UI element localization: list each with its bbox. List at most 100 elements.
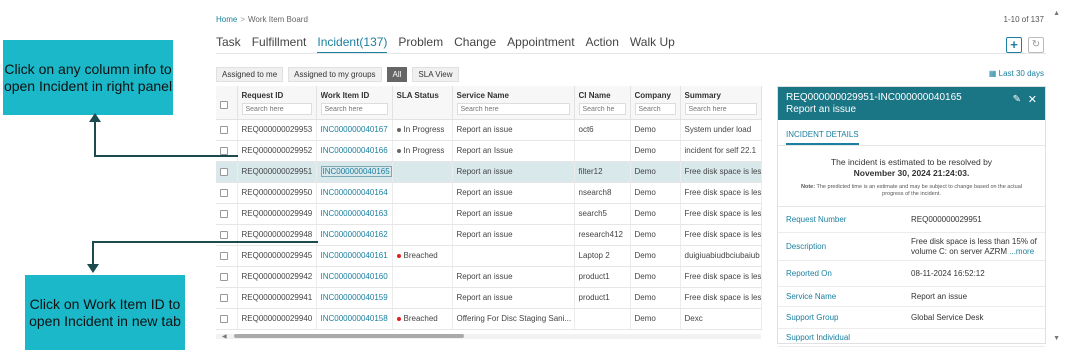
summary-cell[interactable]: Free disk space is les [680,287,762,309]
table-row[interactable]: REQ000000029953 INC000000040167 In Progres… [216,119,762,141]
add-icon[interactable]: + [1006,37,1022,53]
table-row[interactable]: REQ000000029952 INC000000040166 In Progres… [216,140,762,162]
summary-cell[interactable]: System under load [680,119,762,141]
sla-status-cell[interactable]: In Progress [392,119,453,141]
company-cell[interactable]: Demo [630,266,681,288]
work-item-id-link[interactable]: INC000000040167 [321,125,388,134]
summary-cell[interactable]: duigiuabiudbciubaiub [680,245,762,267]
filter-all[interactable]: All [386,67,408,82]
tab-incident[interactable]: Incident(137) [317,35,388,54]
scrollbar-thumb[interactable] [234,334,464,338]
scroll-left-arrow-icon[interactable]: ◀ [222,333,227,340]
ci-name-cell[interactable] [574,308,631,330]
request-id-search-input[interactable] [241,103,312,115]
ci-name-cell[interactable]: research412 [574,224,631,246]
ci-name-cell[interactable]: nsearch8 [574,182,631,204]
refresh-icon[interactable]: ↻ [1028,37,1044,53]
sla-status-cell[interactable]: In Progress [392,140,453,162]
row-checkbox[interactable] [220,209,228,218]
work-item-id-link[interactable]: INC000000040160 [321,272,388,281]
row-checkbox[interactable] [220,167,228,176]
sla-status-cell[interactable] [392,266,453,288]
service-name-cell[interactable]: Report an issue [452,161,575,183]
tab-appointment[interactable]: Appointment [507,35,574,54]
work-item-id-cell[interactable]: INC000000040161 [316,245,393,267]
breadcrumb-home-link[interactable]: Home [216,15,237,24]
tab-action[interactable]: Action [586,35,619,54]
service-name-cell[interactable]: Report an issue [452,287,575,309]
company-cell[interactable]: Demo [630,119,681,141]
select-all-checkbox[interactable] [220,101,228,109]
company-cell[interactable]: Demo [630,287,681,309]
column-company[interactable]: Company [630,86,681,120]
tab-fulfillment[interactable]: Fulfillment [252,35,307,54]
summary-search-input[interactable] [684,103,757,115]
row-checkbox[interactable] [220,314,228,323]
close-icon[interactable]: ✕ [1028,93,1037,106]
description-more-link[interactable]: ...more [1009,247,1034,256]
service-name-cell[interactable]: Report an Issue [452,140,575,162]
tab-task[interactable]: Task [216,35,241,54]
work-item-id-link[interactable]: INC000000040163 [321,209,388,218]
company-cell[interactable]: Demo [630,203,681,225]
work-item-id-link[interactable]: INC000000040165 [320,166,391,177]
summary-cell[interactable]: Free disk space is les [680,266,762,288]
table-row[interactable]: REQ000000029950 INC000000040164 Report an … [216,182,762,204]
row-checkbox[interactable] [220,251,228,260]
row-checkbox[interactable] [220,188,228,197]
ci-name-cell[interactable]: Laptop 2 [574,245,631,267]
company-cell[interactable]: Demo [630,182,681,204]
sla-status-cell[interactable] [392,182,453,204]
work-item-id-link[interactable]: INC000000040166 [321,146,388,155]
request-id-cell[interactable]: REQ000000029950 [237,182,317,204]
summary-cell[interactable]: Free disk space is les [680,161,762,183]
table-row[interactable]: REQ000000029942 INC000000040160 Report an … [216,266,762,288]
ci-name-cell[interactable]: oct6 [574,119,631,141]
ci-name-cell[interactable]: filter12 [574,161,631,183]
filter-assigned-to-my-groups[interactable]: Assigned to my groups [288,67,382,82]
work-item-id-cell[interactable]: INC000000040166 [316,140,393,162]
scroll-down-arrow-icon[interactable]: ▼ [1053,335,1060,342]
company-cell[interactable]: Demo [630,224,681,246]
table-row[interactable]: REQ000000029945 INC000000040161 Breached La… [216,245,762,267]
row-checkbox[interactable] [220,230,228,239]
work-item-id-cell[interactable]: INC000000040160 [316,266,393,288]
ci-name-cell[interactable]: search5 [574,203,631,225]
request-id-cell[interactable]: REQ000000029942 [237,266,317,288]
filter-sla-view[interactable]: SLA View [412,67,459,82]
service-name-search-input[interactable] [456,103,570,115]
table-row[interactable]: REQ000000029949 INC000000040163 Report an … [216,203,762,225]
column-ci-name[interactable]: CI Name [574,86,631,120]
summary-cell[interactable]: Dexc [680,308,762,330]
column-work-item-id[interactable]: Work Item ID [316,86,393,120]
service-name-cell[interactable] [452,245,575,267]
tab-change[interactable]: Change [454,35,496,54]
work-item-id-link[interactable]: INC000000040162 [321,230,388,239]
column-summary[interactable]: Summary [680,86,762,120]
table-row[interactable]: REQ000000029940 INC000000040158 Breached Of… [216,308,762,330]
sla-status-cell[interactable] [392,224,453,246]
work-item-id-cell[interactable]: INC000000040167 [316,119,393,141]
work-item-id-cell[interactable]: INC000000040163 [316,203,393,225]
row-checkbox[interactable] [220,293,228,302]
tab-incident-details[interactable]: INCIDENT DETAILS [786,130,859,145]
work-item-id-search-input[interactable] [320,103,388,115]
work-item-id-link[interactable]: INC000000040161 [321,251,388,260]
tab-walk-up[interactable]: Walk Up [630,35,675,54]
sla-status-cell[interactable] [392,287,453,309]
tab-problem[interactable]: Problem [398,35,443,54]
work-item-id-cell[interactable]: INC000000040159 [316,287,393,309]
work-item-id-link[interactable]: INC000000040159 [321,293,388,302]
horizontal-scrollbar[interactable] [216,334,761,339]
ci-name-search-input[interactable] [578,103,626,115]
service-name-cell[interactable]: Report an issue [452,266,575,288]
summary-cell[interactable]: Free disk space is les [680,224,762,246]
company-cell[interactable]: Demo [630,140,681,162]
column-sla-status[interactable]: SLA Status [392,86,453,120]
summary-cell[interactable]: incident for self 22.1 [680,140,762,162]
column-request-id[interactable]: Request ID [237,86,317,120]
request-id-cell[interactable]: REQ000000029940 [237,308,317,330]
service-name-cell[interactable]: Report an issue [452,203,575,225]
sla-status-cell[interactable] [392,203,453,225]
work-item-id-link[interactable]: INC000000040158 [321,314,388,323]
